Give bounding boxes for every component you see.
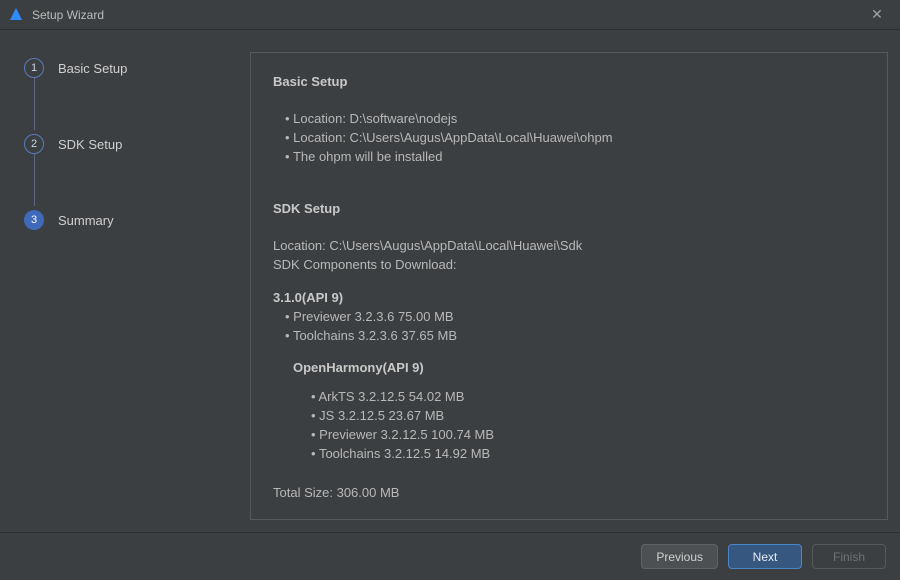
step-number-badge: 2: [24, 134, 44, 154]
app-logo-icon: [8, 7, 24, 23]
basic-setup-list: Location: D:\software\nodejs Location: C…: [285, 110, 865, 167]
setup-wizard-window: Setup Wizard ✕ 1 Basic Setup 2 SDK Setup…: [0, 0, 900, 580]
step-sdk-setup[interactable]: 2 SDK Setup: [24, 130, 224, 158]
step-label: Summary: [58, 213, 114, 228]
step-basic-setup[interactable]: 1 Basic Setup: [24, 54, 224, 82]
titlebar: Setup Wizard ✕: [0, 0, 900, 30]
close-icon[interactable]: ✕: [862, 6, 892, 23]
finish-button: Finish: [812, 544, 886, 569]
list-item: Previewer 3.2.3.6 75.00 MB: [285, 308, 865, 327]
step-connector: [34, 78, 35, 130]
list-item: JS 3.2.12.5 23.67 MB: [311, 407, 865, 426]
window-body: 1 Basic Setup 2 SDK Setup 3 Summary Basi…: [0, 30, 900, 532]
list-item: Location: C:\Users\Augus\AppData\Local\H…: [285, 129, 865, 148]
list-item: Toolchains 3.2.3.6 37.65 MB: [285, 327, 865, 346]
list-item: Toolchains 3.2.12.5 14.92 MB: [311, 445, 865, 464]
sdk-top-list: Previewer 3.2.3.6 75.00 MB Toolchains 3.…: [285, 308, 865, 346]
list-item: Previewer 3.2.12.5 100.74 MB: [311, 426, 865, 445]
step-label: SDK Setup: [58, 137, 122, 152]
step-number-badge: 3: [24, 210, 44, 230]
previous-button[interactable]: Previous: [641, 544, 718, 569]
content-panel-wrap: Basic Setup Location: D:\software\nodejs…: [240, 30, 900, 532]
list-item: The ohpm will be installed: [285, 148, 865, 167]
sdk-version-heading: 3.1.0(API 9): [273, 289, 865, 308]
step-summary[interactable]: 3 Summary: [24, 206, 224, 234]
openharmony-heading: OpenHarmony(API 9): [293, 359, 865, 378]
list-item: ArkTS 3.2.12.5 54.02 MB: [311, 388, 865, 407]
basic-setup-heading: Basic Setup: [273, 73, 865, 92]
list-item: Location: D:\software\nodejs: [285, 110, 865, 129]
step-connector: [34, 154, 35, 206]
wizard-steps-sidebar: 1 Basic Setup 2 SDK Setup 3 Summary: [0, 30, 240, 532]
sdk-setup-heading: SDK Setup: [273, 200, 865, 219]
sdk-location-text: Location: C:\Users\Augus\AppData\Local\H…: [273, 237, 865, 256]
summary-content-panel: Basic Setup Location: D:\software\nodejs…: [250, 52, 888, 520]
step-number-badge: 1: [24, 58, 44, 78]
openharmony-list: ArkTS 3.2.12.5 54.02 MB JS 3.2.12.5 23.6…: [311, 388, 865, 463]
next-button[interactable]: Next: [728, 544, 802, 569]
wizard-footer: Previous Next Finish: [0, 532, 900, 580]
step-label: Basic Setup: [58, 61, 127, 76]
sdk-components-label: SDK Components to Download:: [273, 256, 865, 275]
openharmony-group: OpenHarmony(API 9) ArkTS 3.2.12.5 54.02 …: [293, 359, 865, 463]
window-title: Setup Wizard: [32, 8, 862, 22]
total-size-text: Total Size: 306.00 MB: [273, 484, 865, 503]
